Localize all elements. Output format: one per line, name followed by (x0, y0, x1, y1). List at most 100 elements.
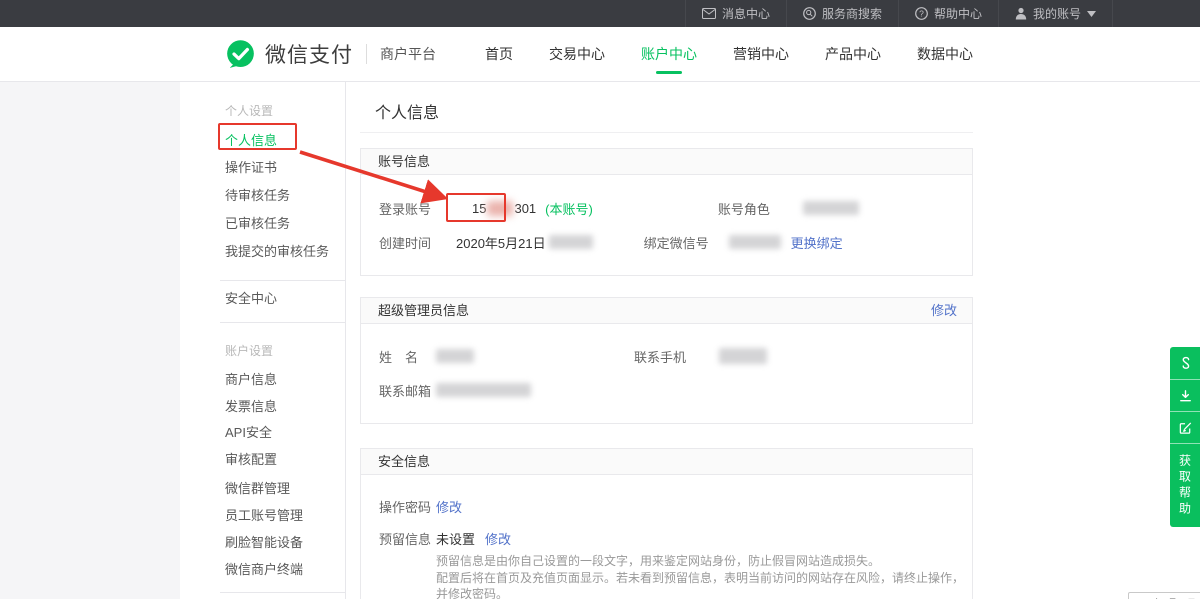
created-time-row: 创建时间 2020年5月21日 绑定微信号 更换绑定 (379, 233, 843, 251)
sidebar-group-account: 账户设置 (225, 342, 273, 359)
security-info-title: 安全信息 (378, 454, 430, 469)
sidebar-item-staff-account[interactable]: 员工账号管理 (225, 505, 303, 524)
admin-email-label: 联系邮箱 (379, 381, 436, 400)
sidebar-item-merchant-terminal[interactable]: 微信商户终端 (225, 559, 303, 578)
download-button[interactable] (1170, 379, 1200, 411)
my-account-label: 我的账号 (1033, 5, 1081, 22)
login-account-redacted (487, 201, 513, 216)
sidebar-item-my-submitted[interactable]: 我提交的审核任务 (225, 241, 329, 260)
sidebar-item-api-security[interactable]: API安全 (225, 422, 272, 441)
download-icon (1178, 388, 1193, 404)
get-help-button[interactable]: 获取帮助 (1170, 443, 1200, 527)
sidebar-item-merchant-info[interactable]: 商户信息 (225, 369, 277, 388)
admin-info-header: 超级管理员信息 修改 (361, 298, 972, 324)
brand-separator (366, 44, 367, 64)
primary-nav: 首页 交易中心 账户中心 营销中心 产品中心 数据中心 (485, 27, 973, 81)
nav-marketing-center[interactable]: 营销中心 (733, 27, 789, 81)
admin-name-label: 姓 名 (379, 347, 436, 366)
bound-wechat-label: 绑定微信号 (644, 233, 709, 252)
sidebar: 个人设置 个人信息 操作证书 待审核任务 已审核任务 我提交的审核任务 安全中心… (180, 82, 346, 599)
floating-help-bar: 获取帮助 (1170, 347, 1200, 527)
admin-email-redacted (436, 383, 531, 397)
account-role-label: 账号角色 (718, 199, 770, 218)
nav-trade-center[interactable]: 交易中心 (549, 27, 605, 81)
sidebar-item-operation-cert[interactable]: 操作证书 (225, 157, 277, 176)
admin-name-redacted (436, 349, 474, 363)
nav-product-center[interactable]: 产品中心 (825, 27, 881, 81)
date-tooltip: 2020年5月22日 (1128, 592, 1200, 599)
sidebar-item-security-center[interactable]: 安全中心 (225, 288, 277, 307)
sidebar-item-reviewed[interactable]: 已审核任务 (225, 213, 290, 232)
reserved-info-row: 预留信息 未设置 修改 (379, 529, 511, 547)
nav-data-center[interactable]: 数据中心 (917, 27, 973, 81)
edit-icon (1178, 420, 1193, 436)
current-account-tag: (本账号) (545, 199, 593, 218)
service-search-button[interactable]: 服务商搜索 (786, 0, 898, 27)
nav-account-center[interactable]: 账户中心 (641, 27, 697, 81)
sidebar-divider (220, 322, 345, 323)
sidebar-item-pending-review[interactable]: 待审核任务 (225, 185, 290, 204)
login-account-prefix: 15 (472, 201, 486, 216)
help-center-label: 帮助中心 (934, 5, 982, 22)
top-utility-bar: 消息中心 服务商搜索 ? 帮助中心 我的账号 (0, 0, 1200, 27)
top-utility-items: 消息中心 服务商搜索 ? 帮助中心 我的账号 (685, 0, 1113, 27)
sidebar-item-face-device[interactable]: 刷脸智能设备 (225, 532, 303, 551)
brand-name: 微信支付 (265, 39, 353, 69)
account-info-title: 账号信息 (378, 154, 430, 169)
service-search-label: 服务商搜索 (822, 5, 882, 22)
account-info-section: 账号信息 登录账号 15 301 (本账号) 账号角色 创建时间 2020年5月… (360, 148, 973, 276)
security-info-section: 安全信息 操作密码 修改 预留信息 未设置 修改 预留信息是由你自己设置的一段文… (360, 448, 973, 599)
feedback-button[interactable] (1170, 411, 1200, 443)
description-line: 预留信息是由你自己设置的一段文字，用来鉴定网站身份，防止假冒网站造成损失。 (436, 553, 966, 570)
admin-email-row: 联系邮箱 (379, 381, 531, 399)
main-header: 微信支付 商户平台 首页 交易中心 账户中心 营销中心 产品中心 数据中心 (0, 27, 1200, 82)
search-icon (803, 7, 816, 20)
account-info-header: 账号信息 (361, 149, 972, 175)
login-account-suffix: 301 (514, 201, 536, 216)
operation-password-label: 操作密码 (379, 497, 436, 516)
sidebar-item-wechat-group[interactable]: 微信群管理 (225, 478, 290, 497)
account-role-redacted (803, 201, 859, 215)
security-info-header: 安全信息 (361, 449, 972, 475)
login-account-row: 登录账号 15 301 (本账号) 账号角色 (379, 199, 859, 217)
title-divider (360, 132, 973, 133)
wechat-pay-merchant-portal: 消息中心 服务商搜索 ? 帮助中心 我的账号 微信 (0, 0, 1200, 599)
admin-info-section: 超级管理员信息 修改 姓 名 联系手机 联系邮箱 (360, 297, 973, 424)
created-time-value: 2020年5月21日 (456, 233, 546, 252)
link-icon (1178, 355, 1193, 371)
reserved-info-label: 预留信息 (379, 529, 436, 548)
created-time-redacted (549, 235, 593, 249)
person-icon (1015, 7, 1027, 20)
admin-info-title: 超级管理员信息 (378, 303, 469, 318)
brand-block: 微信支付 商户平台 (225, 27, 436, 81)
operation-password-row: 操作密码 修改 (379, 497, 462, 515)
sidebar-divider (220, 280, 345, 281)
sidebar-group-personal: 个人设置 (225, 102, 273, 119)
rebind-link[interactable]: 更换绑定 (791, 233, 843, 252)
sidebar-item-invoice-info[interactable]: 发票信息 (225, 396, 277, 415)
message-center-label: 消息中心 (722, 5, 770, 22)
help-center-button[interactable]: ? 帮助中心 (898, 0, 998, 27)
password-modify-link[interactable]: 修改 (436, 497, 462, 516)
reserved-info-status: 未设置 (436, 529, 475, 548)
message-center-button[interactable]: 消息中心 (685, 0, 786, 27)
envelope-icon (702, 8, 716, 19)
quick-link-button[interactable] (1170, 347, 1200, 379)
reserved-info-description: 预留信息是由你自己设置的一段文字，用来鉴定网站身份，防止假冒网站造成损失。 配置… (436, 553, 966, 599)
page-title: 个人信息 (375, 99, 439, 123)
wechat-pay-logo-icon (225, 39, 256, 70)
question-icon: ? (915, 7, 928, 20)
admin-name-row: 姓 名 联系手机 (379, 347, 767, 365)
svg-text:?: ? (919, 8, 924, 18)
nav-home[interactable]: 首页 (485, 27, 513, 81)
created-time-label: 创建时间 (379, 233, 456, 252)
left-gray-panel (0, 82, 180, 599)
my-account-menu[interactable]: 我的账号 (998, 0, 1113, 27)
sidebar-item-review-config[interactable]: 审核配置 (225, 449, 277, 468)
reserved-modify-link[interactable]: 修改 (485, 529, 511, 548)
admin-phone-label: 联系手机 (634, 347, 686, 366)
login-account-label: 登录账号 (379, 199, 456, 218)
description-line: 配置后将在首页及充值页面显示。若未看到预留信息，表明当前访问的网站存在风险，请终… (436, 570, 966, 599)
admin-modify-link[interactable]: 修改 (931, 298, 957, 323)
sidebar-item-personal-info[interactable]: 个人信息 (225, 130, 277, 149)
